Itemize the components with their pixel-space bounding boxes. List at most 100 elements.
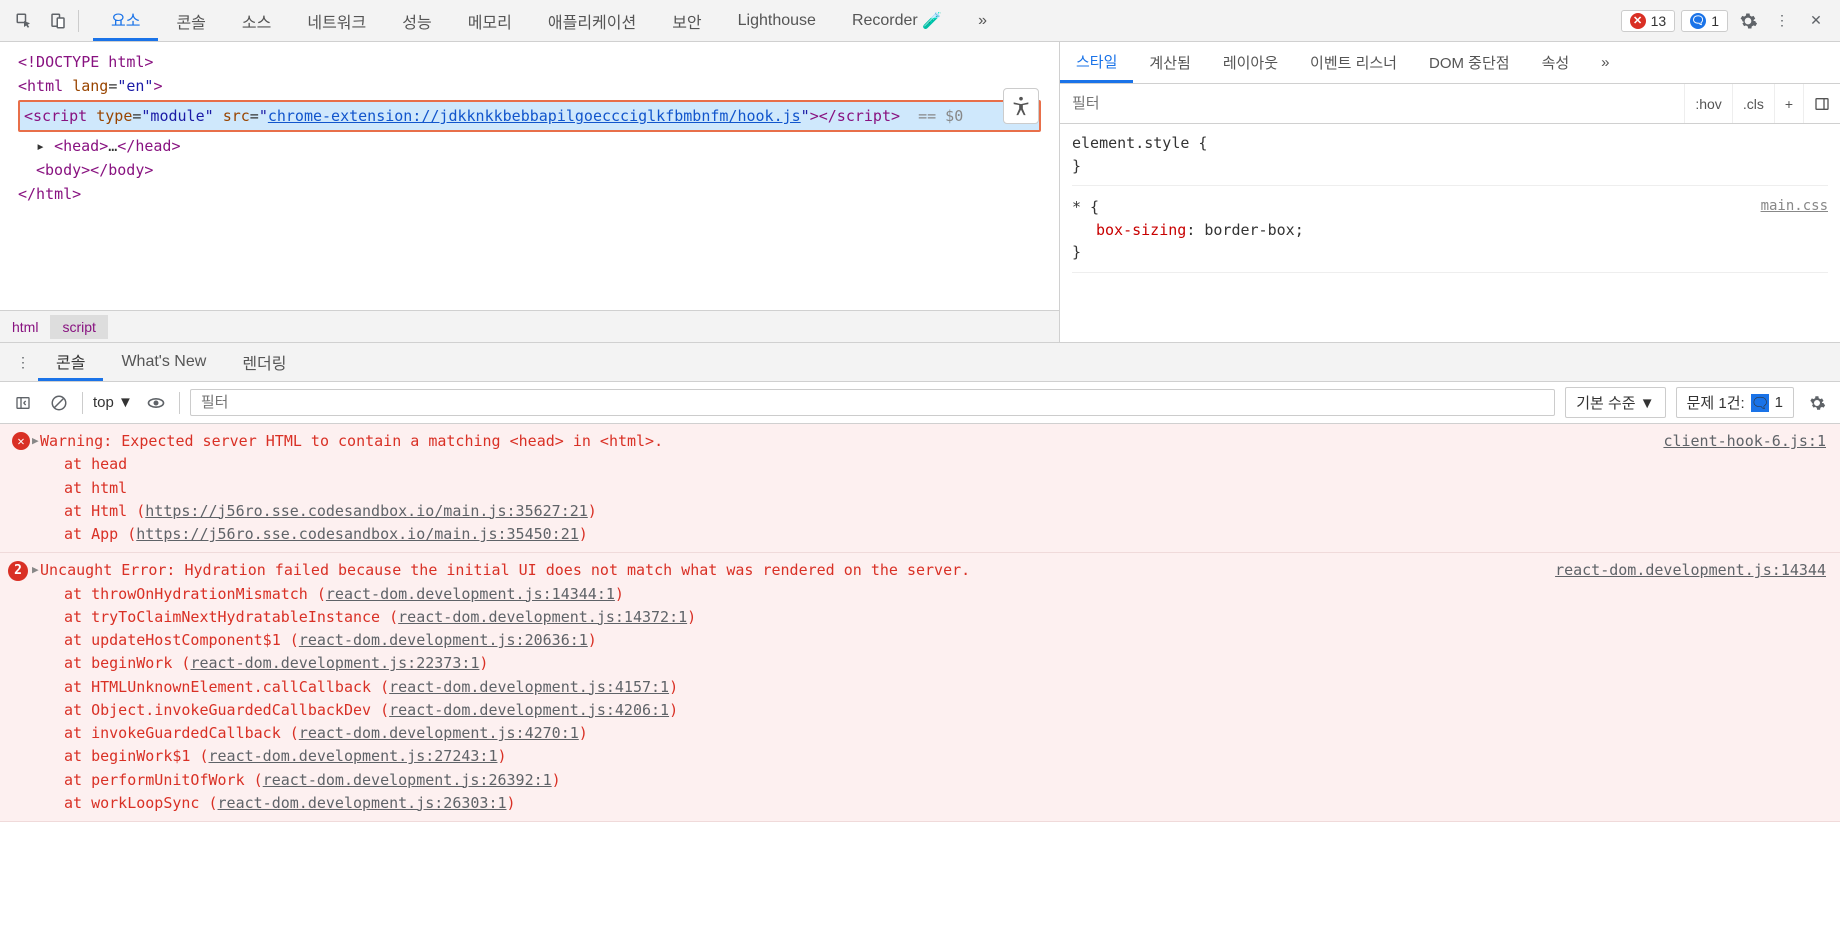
- close-icon[interactable]: ✕: [1802, 7, 1830, 35]
- dom-selected-node[interactable]: ⋯ <script type="module" src="chrome-exte…: [18, 100, 1041, 132]
- drawer-kebab-icon[interactable]: ⋮: [8, 343, 38, 381]
- tab-more[interactable]: »: [960, 0, 1005, 41]
- tab-lighthouse[interactable]: Lighthouse: [720, 0, 834, 41]
- expand-caret-icon[interactable]: ▶: [32, 561, 39, 578]
- src-link[interactable]: chrome-extension://jdkknkkbebbapilgoeccc…: [268, 107, 801, 125]
- stab-listeners[interactable]: 이벤트 리스너: [1294, 42, 1413, 83]
- stack-line: at throwOnHydrationMismatch (react-dom.d…: [64, 583, 1826, 606]
- stack-line: at workLoopSync (react-dom.development.j…: [64, 792, 1826, 815]
- tab-network[interactable]: 네트워크: [289, 0, 384, 41]
- dom-body[interactable]: <body></body>: [18, 158, 1041, 182]
- console-sidebar-toggle-icon[interactable]: [10, 390, 36, 416]
- tab-performance[interactable]: 성능: [384, 0, 449, 41]
- console-msg-warning[interactable]: ✕ ▶ client-hook-6.js:1 Warning: Expected…: [0, 424, 1840, 553]
- msg-source-link[interactable]: client-hook-6.js:1: [1663, 430, 1826, 453]
- breadcrumb: html script: [0, 310, 1059, 342]
- dom-tree[interactable]: <!DOCTYPE html> <html lang="en"> ⋯ <scri…: [0, 42, 1059, 214]
- stab-more[interactable]: »: [1585, 42, 1625, 83]
- console-filter-input[interactable]: [190, 389, 1555, 416]
- tab-elements[interactable]: 요소: [93, 0, 158, 41]
- tab-memory[interactable]: 메모리: [450, 0, 530, 41]
- inspect-icon[interactable]: [10, 7, 38, 35]
- stab-computed[interactable]: 계산됨: [1133, 42, 1206, 83]
- kebab-icon[interactable]: ⋮: [1768, 7, 1796, 35]
- crumb-script[interactable]: script: [50, 315, 107, 339]
- error-count: 13: [1651, 13, 1667, 29]
- console-msg-error[interactable]: 2 ▶ react-dom.development.js:14344 Uncau…: [0, 553, 1840, 822]
- dom-doctype[interactable]: <!DOCTYPE html>: [18, 50, 1041, 74]
- dom-html-close[interactable]: </html>: [18, 182, 1041, 206]
- stack-link[interactable]: react-dom.development.js:14344:1: [326, 585, 615, 603]
- stack-line: at invokeGuardedCallback (react-dom.deve…: [64, 722, 1826, 745]
- styles-filter-row: :hov .cls +: [1060, 84, 1840, 124]
- stack-link[interactable]: react-dom.development.js:20636:1: [299, 631, 588, 649]
- tab-console[interactable]: 콘솔: [158, 0, 223, 41]
- stab-props[interactable]: 속성: [1526, 42, 1586, 83]
- dom-head[interactable]: ▸ <head>…</head>: [18, 134, 1041, 158]
- cls-button[interactable]: .cls: [1732, 84, 1774, 123]
- drawer-tabs: ⋮ 콘솔 What's New 렌더링: [0, 342, 1840, 382]
- main-split: <!DOCTYPE html> <html lang="en"> ⋯ <scri…: [0, 42, 1840, 342]
- stack-trace: at head at html at Html (https://j56ro.s…: [64, 453, 1826, 546]
- error-icon: ✕: [1630, 13, 1646, 29]
- context-selector[interactable]: top ▼: [93, 394, 133, 411]
- crumb-html[interactable]: html: [0, 315, 50, 339]
- stab-layout[interactable]: 레이아웃: [1207, 42, 1294, 83]
- rule-element-style[interactable]: element.style { }: [1072, 132, 1828, 186]
- drawer-tab-rendering[interactable]: 렌더링: [224, 343, 304, 381]
- styles-tabs: 스타일 계산됨 레이아웃 이벤트 리스너 DOM 중단점 속성 »: [1060, 42, 1840, 84]
- stack-link[interactable]: react-dom.development.js:26303:1: [218, 794, 507, 812]
- stack-link[interactable]: https://j56ro.sse.codesandbox.io/main.js…: [136, 525, 579, 543]
- drawer-tab-console[interactable]: 콘솔: [38, 343, 103, 381]
- stack-link[interactable]: react-dom.development.js:4206:1: [389, 701, 669, 719]
- msg-source-link[interactable]: react-dom.development.js:14344: [1555, 559, 1826, 582]
- log-level-selector[interactable]: 기본 수준 ▼: [1565, 387, 1665, 418]
- tab-recorder[interactable]: Recorder 🧪: [834, 0, 960, 41]
- issue-icon: 🗨: [1690, 13, 1706, 29]
- expand-caret-icon[interactable]: ▶: [32, 432, 39, 449]
- stack-link[interactable]: react-dom.development.js:26392:1: [263, 771, 552, 789]
- styles-pane: 스타일 계산됨 레이아웃 이벤트 리스너 DOM 중단점 속성 » :hov .…: [1060, 42, 1840, 342]
- issue-icon: 🗨: [1751, 394, 1769, 412]
- stack-line: at updateHostComponent$1 (react-dom.deve…: [64, 629, 1826, 652]
- tab-sources[interactable]: 소스: [224, 0, 289, 41]
- stack-line: at App (https://j56ro.sse.codesandbox.io…: [64, 523, 1826, 546]
- stack-link[interactable]: react-dom.development.js:27243:1: [209, 747, 498, 765]
- issues-button[interactable]: 문제 1건: 🗨 1: [1676, 387, 1794, 418]
- separator: [179, 392, 180, 414]
- issue-badge[interactable]: 🗨 1: [1681, 10, 1728, 32]
- console-messages: ✕ ▶ client-hook-6.js:1 Warning: Expected…: [0, 424, 1840, 934]
- flask-icon: 🧪: [922, 11, 942, 31]
- accessibility-icon[interactable]: [1003, 88, 1039, 124]
- tab-security[interactable]: 보안: [654, 0, 719, 41]
- stack-line: at HTMLUnknownElement.callCallback (reac…: [64, 676, 1826, 699]
- error-badge[interactable]: ✕ 13: [1621, 10, 1676, 32]
- stack-link[interactable]: react-dom.development.js:4157:1: [389, 678, 669, 696]
- stack-link[interactable]: react-dom.development.js:14372:1: [398, 608, 687, 626]
- tab-application[interactable]: 애플리케이션: [530, 0, 654, 41]
- live-expression-icon[interactable]: [143, 390, 169, 416]
- settings-icon[interactable]: [1734, 7, 1762, 35]
- stack-link[interactable]: react-dom.development.js:22373:1: [190, 654, 479, 672]
- rule-universal[interactable]: main.css * { box-sizing: border-box; }: [1072, 196, 1828, 273]
- styles-rules: element.style { } main.css * { box-sizin…: [1060, 124, 1840, 291]
- stack-line: at performUnitOfWork (react-dom.developm…: [64, 769, 1826, 792]
- stack-line: at Html (https://j56ro.sse.codesandbox.i…: [64, 500, 1826, 523]
- stack-link[interactable]: https://j56ro.sse.codesandbox.io/main.js…: [145, 502, 588, 520]
- error-icon: ✕: [12, 432, 30, 450]
- rule-source-link[interactable]: main.css: [1761, 196, 1828, 217]
- add-rule-button[interactable]: +: [1774, 84, 1803, 123]
- toggle-sidebar-icon[interactable]: [1803, 84, 1840, 123]
- dom-html-open[interactable]: <html lang="en">: [18, 74, 1041, 98]
- styles-filter-input[interactable]: [1060, 95, 1684, 112]
- stack-trace: at throwOnHydrationMismatch (react-dom.d…: [64, 583, 1826, 816]
- console-settings-icon[interactable]: [1804, 390, 1830, 416]
- stack-link[interactable]: react-dom.development.js:4270:1: [299, 724, 579, 742]
- clear-console-icon[interactable]: [46, 390, 72, 416]
- hov-button[interactable]: :hov: [1684, 84, 1731, 123]
- drawer-tab-whatsnew[interactable]: What's New: [103, 343, 224, 381]
- console-toolbar: top ▼ 기본 수준 ▼ 문제 1건: 🗨 1: [0, 382, 1840, 424]
- stab-styles[interactable]: 스타일: [1060, 42, 1133, 83]
- device-toggle-icon[interactable]: [44, 7, 72, 35]
- stab-dombrk[interactable]: DOM 중단점: [1413, 42, 1526, 83]
